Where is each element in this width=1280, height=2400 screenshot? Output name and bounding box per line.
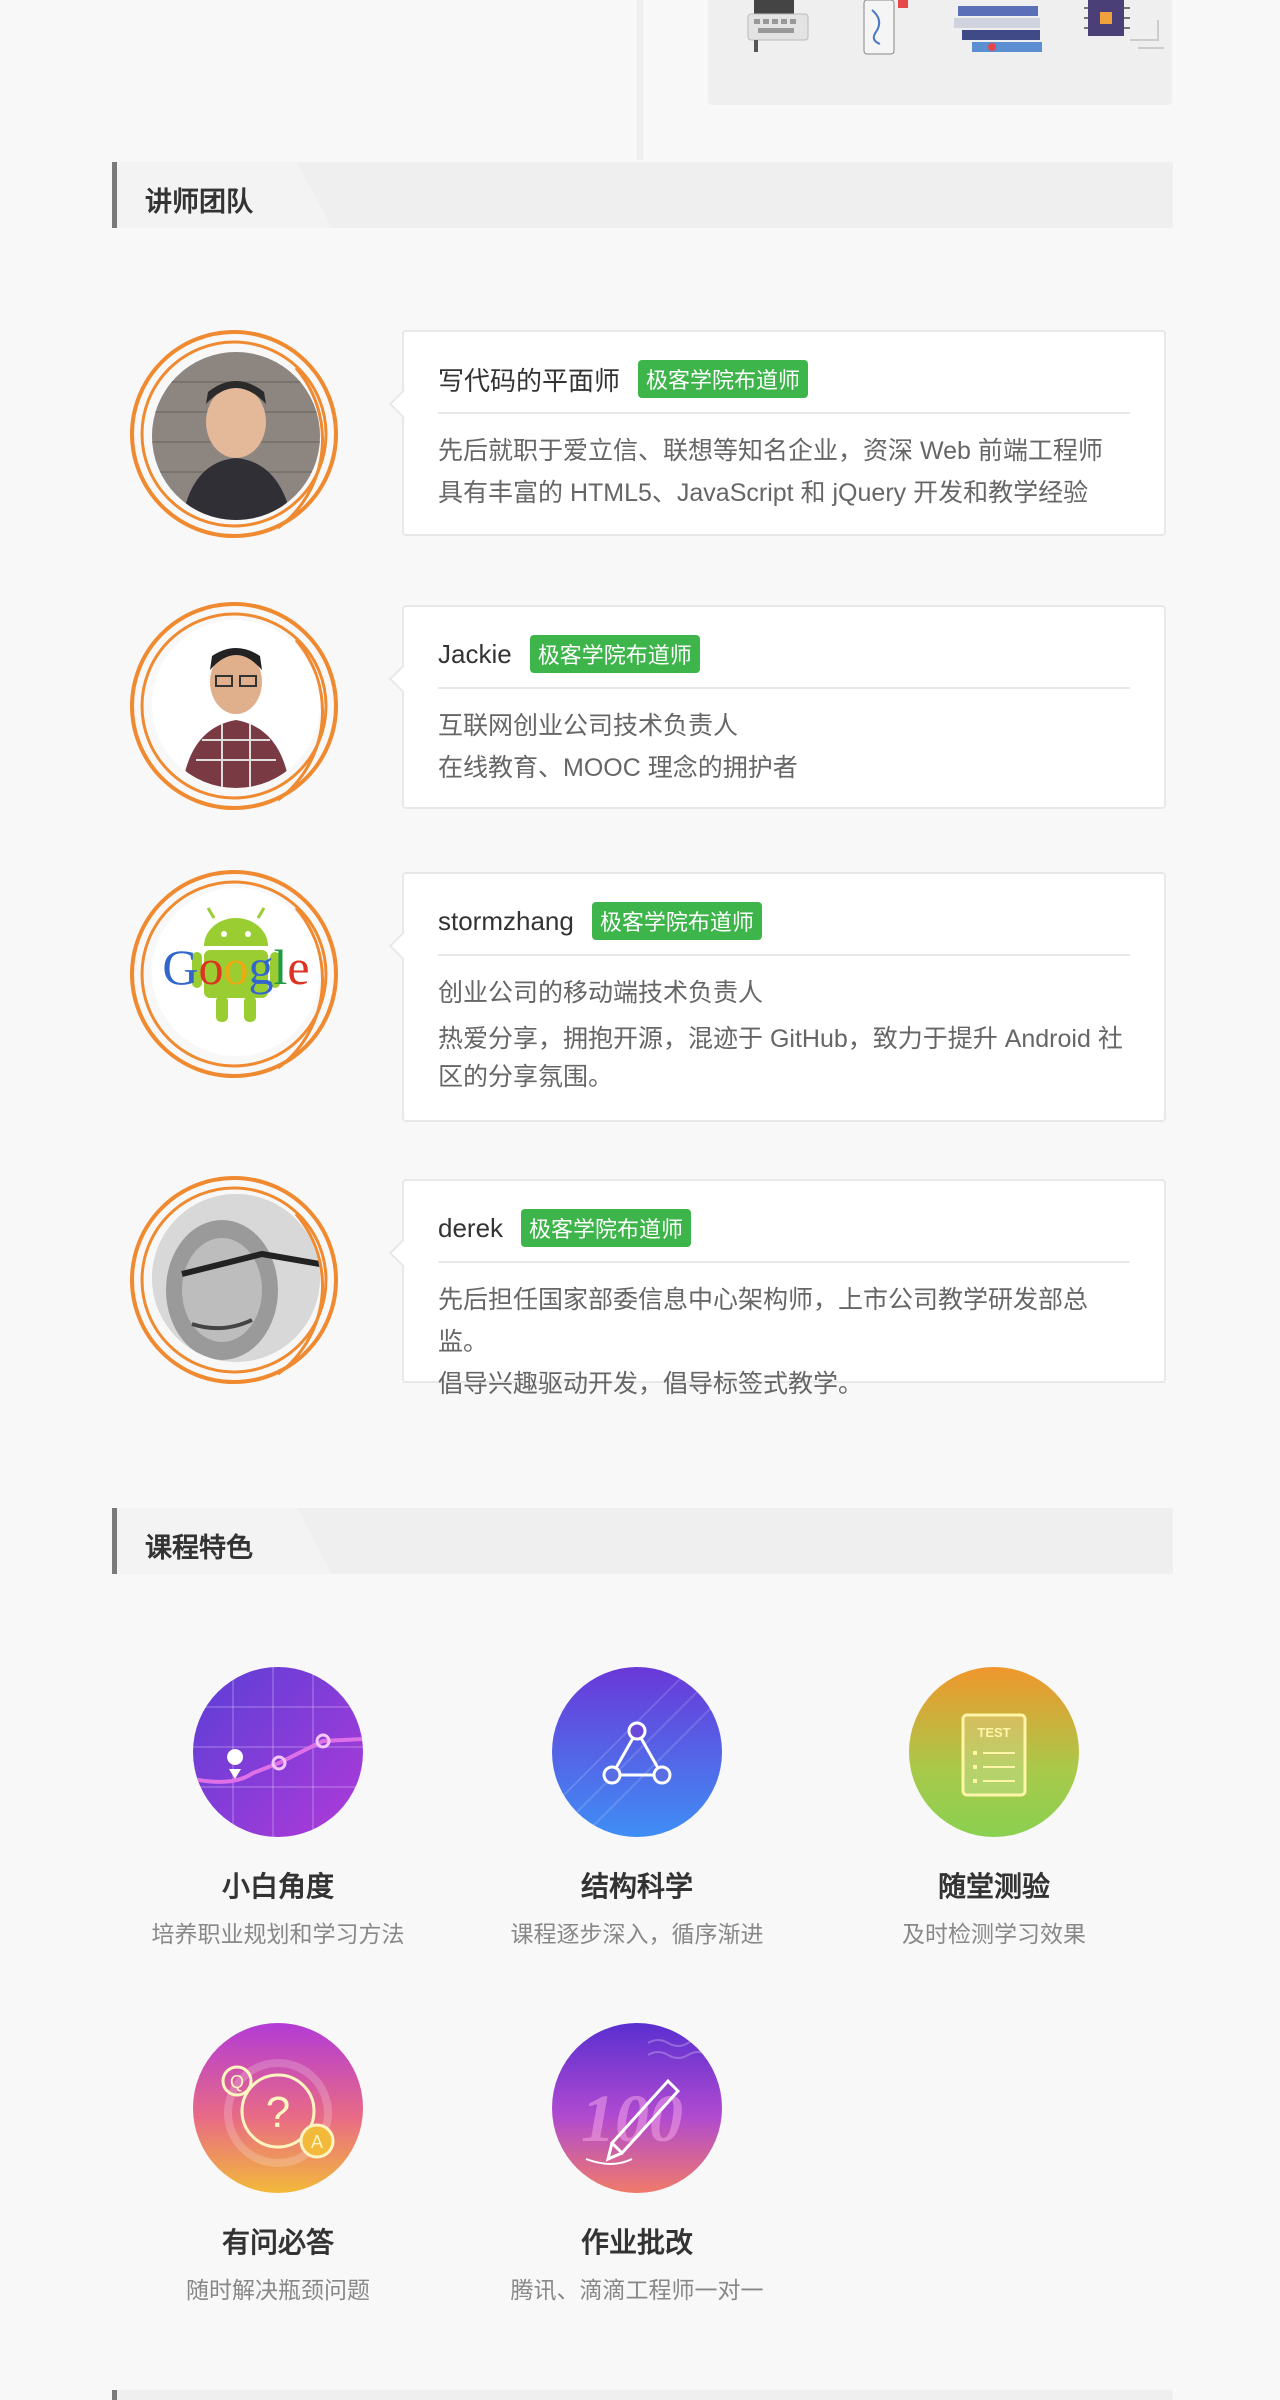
feature-title: 有问必答 (221, 2227, 334, 2258)
teacher-badge: 极客学院布道师 (591, 902, 762, 940)
feature-item: ? Q A 有问必答 随时解决瓶颈问题 (148, 2023, 408, 2305)
android-google-logo: Google (152, 888, 320, 1056)
section-header-teachers: 讲师团队 (112, 162, 1173, 228)
books-icon (954, 6, 1042, 52)
teacher-card: Jackie 极客学院布道师 互联网创业公司技术负责人 在线教育、MOOC 理念… (402, 605, 1166, 809)
teacher-name: Jackie (438, 638, 512, 669)
feature-title: 作业批改 (580, 2227, 693, 2258)
teacher-name: derek (438, 1212, 504, 1243)
feature-subtitle: 课程逐步深入，循序渐进 (510, 1921, 764, 1947)
teacher-avatar (128, 596, 344, 812)
teacher-card: 写代码的平面师 极客学院布道师 先后就职于爱立信、联想等知名企业，资深 Web … (402, 330, 1166, 536)
teacher-description-line: 倡导兴趣驱动开发，倡导标签式教学。 (438, 1370, 864, 1398)
teacher-card: stormzhang 极客学院布道师 创业公司的移动端技术负责人 热爱分享，拥抱… (402, 872, 1166, 1122)
teacher-badge: 极客学院布道师 (521, 1209, 692, 1247)
google-logo-text: Google (162, 939, 309, 995)
teacher-avatar: Google (128, 864, 344, 1080)
teacher-description: 先后就职于爱立信、联想等知名企业，资深 Web 前端工程师 具有丰富的 HTML… (438, 430, 1134, 514)
teacher-badge: 极客学院布道师 (529, 635, 700, 673)
divider (438, 687, 1130, 689)
chip-icon (1084, 0, 1164, 49)
section-header-features: 课程特色 (112, 1508, 1173, 1574)
svg-text:A: A (311, 2132, 323, 2152)
teacher-description: 互联网创业公司技术负责人 在线教育、MOOC 理念的拥护者 (438, 705, 1134, 789)
tech-illustration-banner (708, 0, 1172, 105)
teacher-description: 创业公司的移动端技术负责人 热爱分享，拥抱开源，混迹于 GitHub，致力于提升… (438, 972, 1134, 1096)
map-path-icon (193, 1667, 363, 1837)
teacher-name: 写代码的平面师 (438, 365, 621, 396)
teacher-photo (152, 352, 320, 520)
teacher-photo (152, 1194, 320, 1362)
feature-item: 100 作业批改 腾讯、滴滴工程师一对一 (507, 2023, 767, 2305)
teacher-photo (152, 620, 320, 788)
pen-score-icon: 100 (552, 2023, 722, 2193)
test-sheet-icon: TEST (909, 1667, 1079, 1837)
teacher-name: stormzhang (438, 905, 574, 936)
teacher-description: 先后担任国家部委信息中心架构师，上市公司教学研发部总监。 倡导兴趣驱动开发，倡导… (438, 1279, 1134, 1405)
feature-subtitle: 培养职业规划和学习方法 (151, 1921, 405, 1947)
divider (438, 954, 1130, 956)
teacher-badge: 极客学院布道师 (638, 360, 809, 398)
svg-text:?: ? (266, 2088, 290, 2137)
teacher-description-line: 热爱分享，拥抱开源，混迹于 GitHub，致力于提升 Android 社区的分享… (438, 1025, 1123, 1091)
section-title: 课程特色 (145, 1533, 253, 1563)
teacher-avatar (128, 1170, 344, 1386)
teacher-photo: Google (152, 888, 320, 1056)
feature-title: 结构科学 (580, 1871, 693, 1902)
teacher-description-line: 具有丰富的 HTML5、JavaScript 和 jQuery 开发和教学经验 (438, 479, 1089, 507)
feature-item: TEST 随堂测验 及时检测学习效果 (864, 1667, 1124, 1949)
phone-icon (863, 0, 908, 55)
feature-title: 随堂测验 (937, 1871, 1050, 1902)
feature-subtitle: 及时检测学习效果 (902, 1921, 1086, 1947)
svg-text:Q: Q (230, 2072, 244, 2092)
teacher-description-line: 创业公司的移动端技术负责人 (438, 979, 764, 1007)
qa-bubbles-icon: ? Q A (193, 2023, 363, 2193)
feature-item: 小白角度 培养职业规划和学习方法 (148, 1667, 408, 1949)
feature-item: 结构科学 课程逐步深入，循序渐进 (507, 1667, 767, 1949)
teacher-avatar (128, 328, 344, 544)
feature-subtitle: 腾讯、滴滴工程师一对一 (510, 2277, 764, 2303)
triangle-nodes-icon (552, 1667, 722, 1837)
teacher-description-line: 在线教育、MOOC 理念的拥护者 (438, 754, 798, 782)
teacher-description-line: 先后担任国家部委信息中心架构师，上市公司教学研发部总监。 (438, 1286, 1089, 1356)
next-section-header-edge (112, 2390, 1173, 2400)
teacher-description-line: 互联网创业公司技术负责人 (438, 712, 739, 740)
feature-title: 小白角度 (221, 1871, 334, 1902)
teacher-description-line: 先后就职于爱立信、联想等知名企业，资深 Web 前端工程师 (438, 437, 1103, 465)
svg-text:100: 100 (581, 2080, 683, 2156)
feature-subtitle: 随时解决瓶颈问题 (186, 2277, 370, 2303)
svg-text:TEST: TEST (977, 1725, 1010, 1740)
teacher-card: derek 极客学院布道师 先后担任国家部委信息中心架构师，上市公司教学研发部总… (402, 1179, 1166, 1398)
section-title: 讲师团队 (145, 187, 253, 217)
keyboard-icon (747, 0, 809, 52)
top-divider (637, 0, 643, 160)
divider (438, 412, 1130, 414)
divider (438, 1261, 1130, 1263)
